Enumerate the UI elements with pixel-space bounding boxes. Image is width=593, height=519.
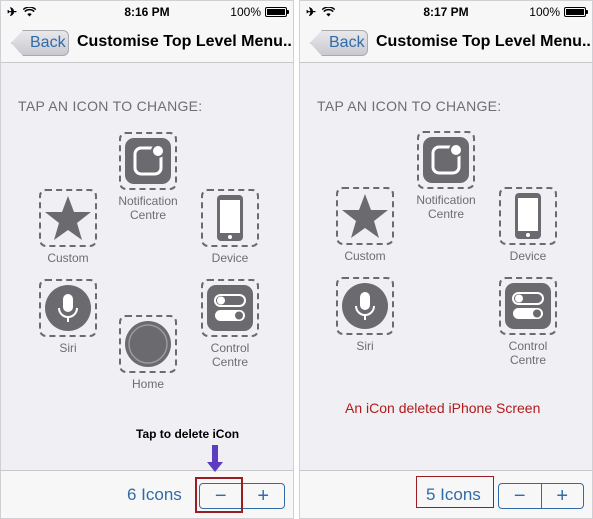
section-header: TAP AN ICON TO CHANGE: [18, 98, 203, 114]
tap-to-delete-annotation: Tap to delete iCon [136, 427, 240, 441]
back-button[interactable]: Back [11, 30, 69, 56]
icon-count-stepper: − + [498, 483, 584, 509]
label-line: Control [508, 339, 548, 353]
icon-frame [499, 277, 557, 335]
icon-count-highlight [416, 476, 494, 508]
notification-centre-icon [423, 137, 469, 183]
phone-screen-before: ✈ 8:16 PM 100% Back Customise Top Level … [0, 0, 294, 519]
icon-slot-device[interactable]: Device [165, 189, 293, 265]
icon-frame [119, 132, 177, 190]
icon-slot-home[interactable]: Home [83, 315, 213, 391]
increment-button[interactable]: + [241, 484, 285, 508]
increment-button[interactable]: + [540, 484, 584, 508]
battery-icon [564, 7, 588, 17]
icon-count: 6 Icons [127, 485, 182, 504]
notification-centre-icon [125, 138, 171, 184]
icon-frame [417, 131, 475, 189]
navigation-bar: Back Customise Top Level Menu... [1, 23, 293, 63]
status-bar: ✈ 8:16 PM 100% [1, 1, 293, 23]
icon-frame [336, 187, 394, 245]
battery-icon [265, 7, 289, 17]
icon-frame [39, 189, 97, 247]
slot-label: Control Centre [463, 339, 592, 367]
section-header: TAP AN ICON TO CHANGE: [317, 98, 502, 114]
icon-frame [336, 277, 394, 335]
star-icon [45, 196, 91, 240]
home-button-icon [125, 321, 171, 367]
slot-label: Siri [356, 339, 374, 353]
minus-button-highlight [195, 477, 243, 513]
icon-frame [201, 189, 259, 247]
icon-slot-siri[interactable]: Siri [300, 277, 430, 353]
page-title: Customise Top Level Menu... [376, 33, 590, 50]
status-bar: ✈ 8:17 PM 100% [300, 1, 592, 23]
label-line: Centre [509, 353, 547, 367]
icon-deleted-annotation: An iCon deleted iPhone Screen [345, 400, 541, 416]
icon-frame [499, 187, 557, 245]
back-button[interactable]: Back [310, 30, 368, 56]
arrow-down-icon-head [207, 462, 223, 472]
slot-label: Custom [47, 251, 89, 265]
iphone-icon [515, 193, 541, 239]
microphone-icon [342, 283, 388, 329]
star-icon [342, 194, 388, 238]
phone-screen-after: ✈ 8:17 PM 100% Back Customise Top Level … [299, 0, 593, 519]
icon-slot-custom[interactable]: Custom [300, 187, 430, 263]
icon-slot-custom[interactable]: Custom [3, 189, 133, 265]
navigation-bar: Back Customise Top Level Menu... [300, 23, 592, 63]
toggle-icon [505, 283, 551, 329]
slot-label: Home [131, 377, 164, 391]
bottom-toolbar: 6 Icons − + [1, 470, 293, 518]
slot-label: Custom [344, 249, 386, 263]
page-title: Customise Top Level Menu... [77, 33, 291, 50]
slot-label: Device [509, 249, 547, 263]
battery-percent: 100% [529, 5, 560, 19]
arrow-down-icon [212, 445, 218, 463]
toggle-icon [207, 285, 253, 331]
slot-label: Device [211, 251, 249, 265]
decrement-button[interactable]: − [499, 484, 541, 508]
icon-frame [119, 315, 177, 373]
icon-slot-device[interactable]: Device [463, 187, 592, 263]
battery-percent: 100% [230, 5, 261, 19]
icon-slot-control-centre[interactable]: Control Centre [463, 277, 592, 367]
iphone-icon [217, 195, 243, 241]
